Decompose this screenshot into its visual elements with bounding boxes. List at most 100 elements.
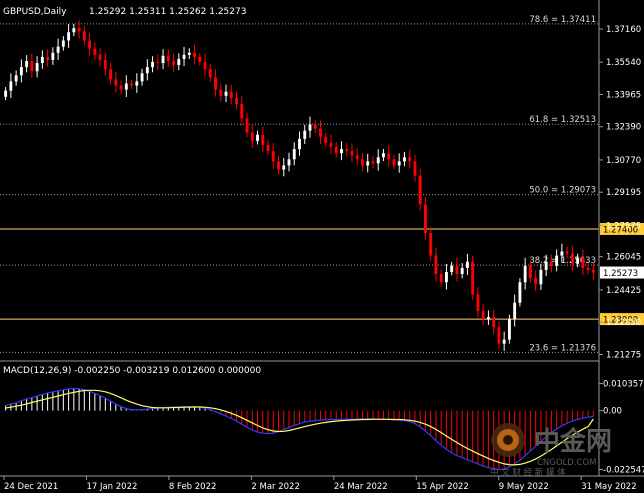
candle-body-78 (413, 161, 417, 176)
price-tick-label-9: 1.22850 (606, 318, 641, 328)
candle-body-52 (277, 161, 280, 170)
watermark-domain: CNGOLD.COM (537, 458, 597, 468)
candle-body-101 (534, 278, 538, 285)
candle-body-88 (465, 261, 469, 268)
price-axis: 1.274001.230001.371601.355401.339651.323… (599, 25, 644, 476)
candle-body-22 (119, 85, 123, 90)
candle-body-109 (576, 257, 580, 264)
price-tick-label-4: 1.30770 (606, 156, 641, 166)
time-tick-label-2: 8 Feb 2022 (169, 482, 217, 492)
candle-body-60 (319, 128, 322, 137)
watermark-brand: 中金网 (534, 426, 612, 457)
candle-body-40 (214, 77, 217, 90)
candle-body-57 (303, 130, 307, 139)
candle-body-108 (570, 253, 574, 264)
candle-body-100 (528, 265, 532, 279)
candle-body-19 (103, 59, 107, 70)
candle-body-62 (329, 142, 333, 148)
candle-body-53 (282, 165, 286, 170)
candle-body-97 (513, 302, 517, 320)
candle-body-15 (82, 31, 86, 41)
price-tick-label-3: 1.32390 (606, 123, 641, 133)
candle-body-25 (135, 81, 139, 86)
time-tick-label-5: 15 Apr 2022 (416, 482, 469, 492)
current-price-label: 1.25273 (603, 269, 638, 279)
candle-body-85 (450, 265, 454, 272)
candle-body-103 (544, 261, 548, 270)
candle-body-106 (560, 251, 564, 256)
candle-body-44 (235, 97, 238, 104)
candle-body-23 (124, 83, 128, 90)
candle-body-13 (72, 28, 76, 33)
candle-body-18 (98, 54, 102, 60)
candle-body-38 (203, 61, 207, 70)
candle-body-93 (492, 317, 496, 328)
candle-body-65 (345, 149, 349, 152)
watermark-logo-icon (491, 423, 525, 457)
candle-body-89 (471, 261, 475, 295)
chart-ohlc-readout: 1.25292 1.25311 1.25262 1.25273 (89, 7, 246, 17)
candle-body-104 (549, 261, 553, 266)
candle-body-99 (523, 265, 527, 283)
candle-body-30 (161, 55, 165, 64)
price-tick-label-1: 1.35540 (606, 58, 641, 68)
candle-body-2 (14, 75, 18, 82)
candle-body-81 (429, 233, 433, 256)
candle-body-69 (366, 161, 370, 166)
candlestick-series (4, 20, 595, 351)
price-tick-label-5: 1.29195 (606, 188, 641, 198)
macd-title: MACD(12,26,9) -0.002250 -0.003219 0.0126… (3, 366, 261, 376)
candle-body-55 (292, 149, 296, 160)
candle-body-96 (507, 319, 511, 340)
fib-and-level-lines: 78.6 = 1.37411 61.8 = 1.32513 50.0 = 1.290… (0, 15, 599, 353)
candle-body-56 (298, 138, 301, 150)
candle-body-92 (486, 317, 490, 320)
chart-container: 78.6 = 1.37411 61.8 = 1.32513 50.0 = 1.290… (0, 0, 644, 493)
candle-body-10 (56, 46, 60, 53)
time-tick-label-0: 24 Dec 2021 (4, 482, 58, 492)
candle-body-4 (25, 60, 29, 68)
macd-tick-label-0: 0.010357 (603, 380, 644, 390)
candle-body-29 (156, 61, 160, 64)
candle-body-66 (350, 151, 354, 156)
candle-body-41 (219, 89, 223, 96)
time-axis: 24 Dec 2021 17 Jan 2022 8 Feb 2022 2 Mar 20… (3, 476, 637, 492)
candle-body-105 (555, 255, 559, 266)
candle-body-107 (565, 251, 569, 254)
price-tick-label-10: 1.21275 (606, 350, 641, 360)
fib-label-0: 78.6 = 1.37411 (529, 15, 596, 25)
candle-body-17 (93, 48, 97, 55)
chart-symbol-title: GBPUSD,Daily (3, 7, 67, 17)
price-tick-label-2: 1.33965 (606, 90, 641, 100)
price-tick-label-0: 1.37160 (606, 25, 641, 35)
candle-body-34 (182, 54, 186, 59)
candle-body-91 (481, 310, 485, 320)
macd-tick-label-1: 0.00 (603, 407, 622, 417)
candle-body-21 (114, 79, 118, 86)
candle-body-59 (313, 124, 317, 129)
candle-body-6 (35, 63, 39, 72)
candle-body-11 (61, 40, 65, 47)
candle-body-67 (355, 155, 359, 160)
candle-body-77 (408, 157, 412, 162)
candle-body-73 (387, 153, 391, 160)
candle-body-26 (140, 73, 144, 82)
candle-body-102 (539, 269, 543, 285)
candle-body-90 (476, 294, 480, 311)
candle-body-14 (77, 28, 81, 32)
watermark: 中金网 CNGOLD.COM 中 文 财 经 新 媒 体 (490, 423, 612, 478)
candle-body-20 (109, 69, 113, 80)
candle-body-36 (193, 52, 196, 57)
candle-body-9 (51, 52, 55, 60)
candle-body-111 (586, 267, 590, 270)
candle-body-76 (403, 157, 406, 162)
candle-body-31 (166, 55, 170, 61)
candle-body-7 (40, 56, 44, 64)
candle-body-110 (581, 257, 585, 268)
candle-body-47 (250, 132, 254, 141)
fib-label-2: 50.0 = 1.29073 (529, 186, 596, 196)
candle-body-95 (502, 339, 506, 344)
candle-body-58 (308, 124, 312, 131)
candle-body-87 (460, 267, 464, 275)
candle-body-24 (130, 83, 134, 86)
